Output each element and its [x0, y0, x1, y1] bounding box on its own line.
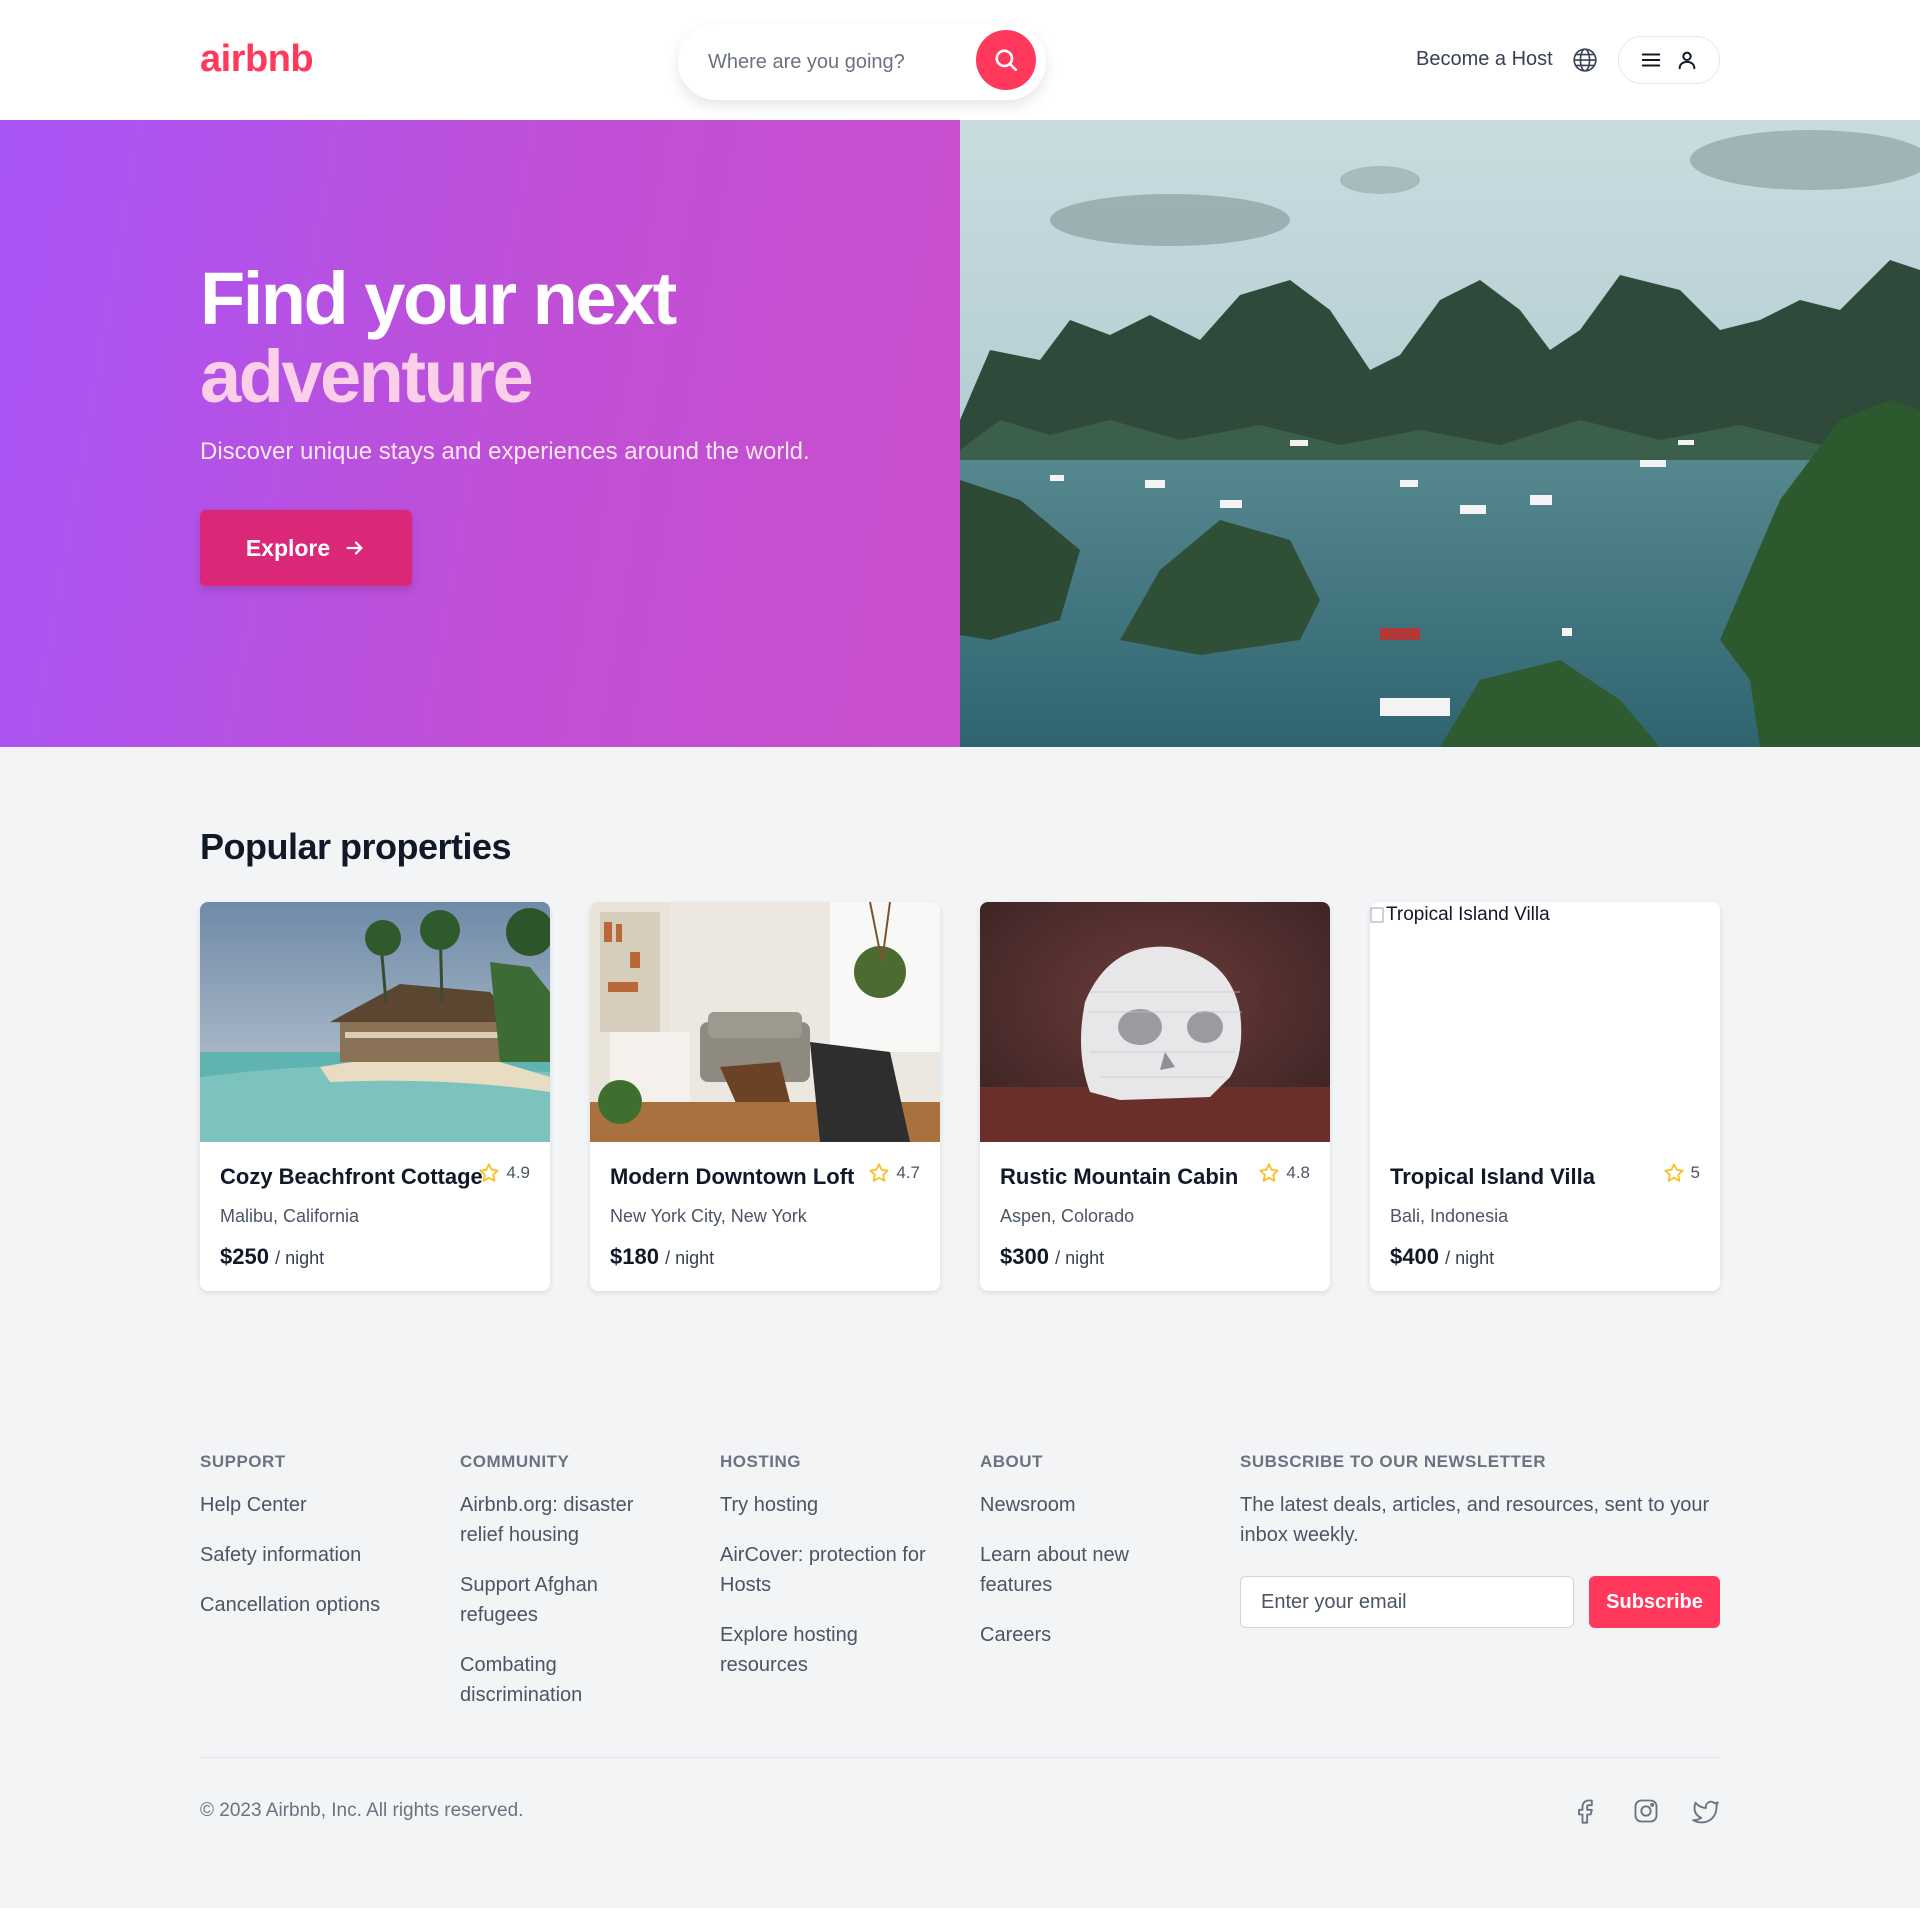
property-image-downtown-loft [590, 902, 940, 1142]
instagram-icon[interactable] [1632, 1797, 1660, 1825]
property-name[interactable]: Modern Downtown Loft [610, 1164, 854, 1190]
price-unit: / night [1445, 1248, 1495, 1268]
property-card[interactable]: Rustic Mountain Cabin 4.8 Aspen, Colorad… [980, 902, 1330, 1291]
globe-icon[interactable] [1572, 47, 1598, 73]
property-rating: 4.8 [1258, 1162, 1310, 1184]
footer-link[interactable]: Combating discrimination [460, 1650, 660, 1710]
hero-title-accent: adventure [200, 335, 534, 418]
explore-button[interactable]: Explore [200, 510, 412, 586]
price-value: $400 [1390, 1244, 1439, 1269]
footer-link[interactable]: Careers [980, 1620, 1170, 1650]
property-location: New York City, New York [610, 1206, 807, 1226]
search-bar [678, 24, 1046, 100]
search-icon [995, 49, 1018, 72]
property-image-island-villa: Tropical Island Villa [1370, 902, 1720, 1142]
footer-column-support: SUPPORT Help Center Safety information C… [200, 1452, 430, 1640]
price-value: $180 [610, 1244, 659, 1269]
price-unit: / night [665, 1248, 715, 1268]
star-icon [479, 1163, 499, 1182]
footer-column-community: COMMUNITY Airbnb.org: disaster relief ho… [460, 1452, 660, 1730]
property-price: $300 / night [1000, 1244, 1104, 1270]
rating-value: 4.8 [1286, 1163, 1310, 1182]
footer-heading: HOSTING [720, 1452, 801, 1471]
user-menu-button[interactable] [1618, 36, 1720, 84]
search-input[interactable] [708, 42, 958, 82]
price-value: $250 [220, 1244, 269, 1269]
price-unit: / night [1055, 1248, 1105, 1268]
property-card[interactable]: Tropical Island Villa Tropical Island Vi… [1370, 902, 1720, 1291]
rating-value: 4.9 [506, 1163, 530, 1182]
image-alt-text: Tropical Island Villa [1386, 904, 1550, 925]
footer-heading: COMMUNITY [460, 1452, 570, 1471]
property-rating: 5 [1663, 1162, 1700, 1184]
property-location: Aspen, Colorado [1000, 1206, 1135, 1226]
hero-section: Find your next adventure Discover unique… [0, 120, 1920, 747]
social-links [1572, 1797, 1720, 1825]
broken-image-alt: Tropical Island Villa [1370, 904, 1550, 926]
star-icon [1259, 1163, 1279, 1182]
footer-link[interactable]: Try hosting [720, 1490, 940, 1520]
footer-heading: SUPPORT [200, 1452, 286, 1471]
email-input[interactable] [1240, 1576, 1574, 1628]
hamburger-icon [1641, 53, 1661, 67]
footer-link[interactable]: Safety information [200, 1540, 430, 1570]
footer-link[interactable]: Cancellation options [200, 1590, 430, 1620]
property-image-mountain-cabin [980, 902, 1330, 1142]
footer-link[interactable]: Help Center [200, 1490, 430, 1520]
property-price: $180 / night [610, 1244, 714, 1270]
footer-link[interactable]: AirCover: protection for Hosts [720, 1540, 940, 1600]
footer-divider [200, 1757, 1720, 1758]
footer-link[interactable]: Support Afghan refugees [460, 1570, 660, 1630]
property-price: $250 / night [220, 1244, 324, 1270]
copyright-text: © 2023 Airbnb, Inc. All rights reserved. [200, 1800, 524, 1821]
hero-subtitle: Discover unique stays and experiences ar… [200, 438, 810, 465]
rating-value: 4.7 [896, 1163, 920, 1182]
rating-value: 5 [1690, 1163, 1700, 1182]
subscribe-button[interactable]: Subscribe [1589, 1576, 1720, 1628]
property-image-beach-cottage [200, 902, 550, 1142]
search-button[interactable] [976, 30, 1036, 90]
star-icon [869, 1163, 889, 1182]
price-unit: / night [275, 1248, 325, 1268]
hero-title-line1: Find your next [200, 257, 677, 340]
section-title-popular: Popular properties [200, 826, 512, 867]
airbnb-logo[interactable]: airbnb [200, 38, 314, 81]
hero-title: Find your next adventure [200, 257, 677, 418]
footer-link[interactable]: Explore hosting resources [720, 1620, 940, 1680]
footer-link[interactable]: Newsroom [980, 1490, 1170, 1520]
footer-column-about: ABOUT Newsroom Learn about new features … [980, 1452, 1170, 1670]
property-card[interactable]: Modern Downtown Loft 4.7 New York City, … [590, 902, 940, 1291]
property-card[interactable]: Cozy Beachfront Cottage 4.9 Malibu, Cali… [200, 902, 550, 1291]
footer-link[interactable]: Airbnb.org: disaster relief housing [460, 1490, 660, 1550]
newsletter-heading: SUBSCRIBE TO OUR NEWSLETTER [1240, 1452, 1546, 1471]
twitter-icon[interactable] [1692, 1797, 1720, 1825]
explore-button-label: Explore [245, 534, 331, 561]
footer-column-hosting: HOSTING Try hosting AirCover: protection… [720, 1452, 940, 1700]
become-host-link[interactable]: Become a Host [1416, 48, 1553, 71]
footer-link[interactable]: Learn about new features [980, 1540, 1170, 1600]
broken-image-icon [1370, 907, 1384, 923]
facebook-icon[interactable] [1572, 1797, 1600, 1825]
newsletter-section: SUBSCRIBE TO OUR NEWSLETTER The latest d… [1240, 1452, 1720, 1628]
property-location: Bali, Indonesia [1390, 1206, 1509, 1226]
property-name[interactable]: Rustic Mountain Cabin [1000, 1164, 1238, 1190]
newsletter-text: The latest deals, articles, and resource… [1240, 1494, 1710, 1546]
arrow-right-icon [346, 541, 363, 555]
user-icon [1678, 51, 1696, 70]
property-rating: 4.7 [868, 1162, 920, 1184]
price-value: $300 [1000, 1244, 1049, 1269]
property-rating: 4.9 [478, 1162, 530, 1184]
property-price: $400 / night [1390, 1244, 1494, 1270]
hero-image-halong-bay [960, 120, 1920, 747]
property-name[interactable]: Cozy Beachfront Cottage [220, 1164, 483, 1190]
hero-panel: Find your next adventure Discover unique… [0, 120, 960, 747]
star-icon [1663, 1163, 1684, 1182]
site-header: airbnb Become a Host [0, 0, 1920, 120]
property-name[interactable]: Tropical Island Villa [1390, 1164, 1595, 1190]
footer-heading: ABOUT [980, 1452, 1043, 1471]
property-location: Malibu, California [220, 1206, 360, 1226]
